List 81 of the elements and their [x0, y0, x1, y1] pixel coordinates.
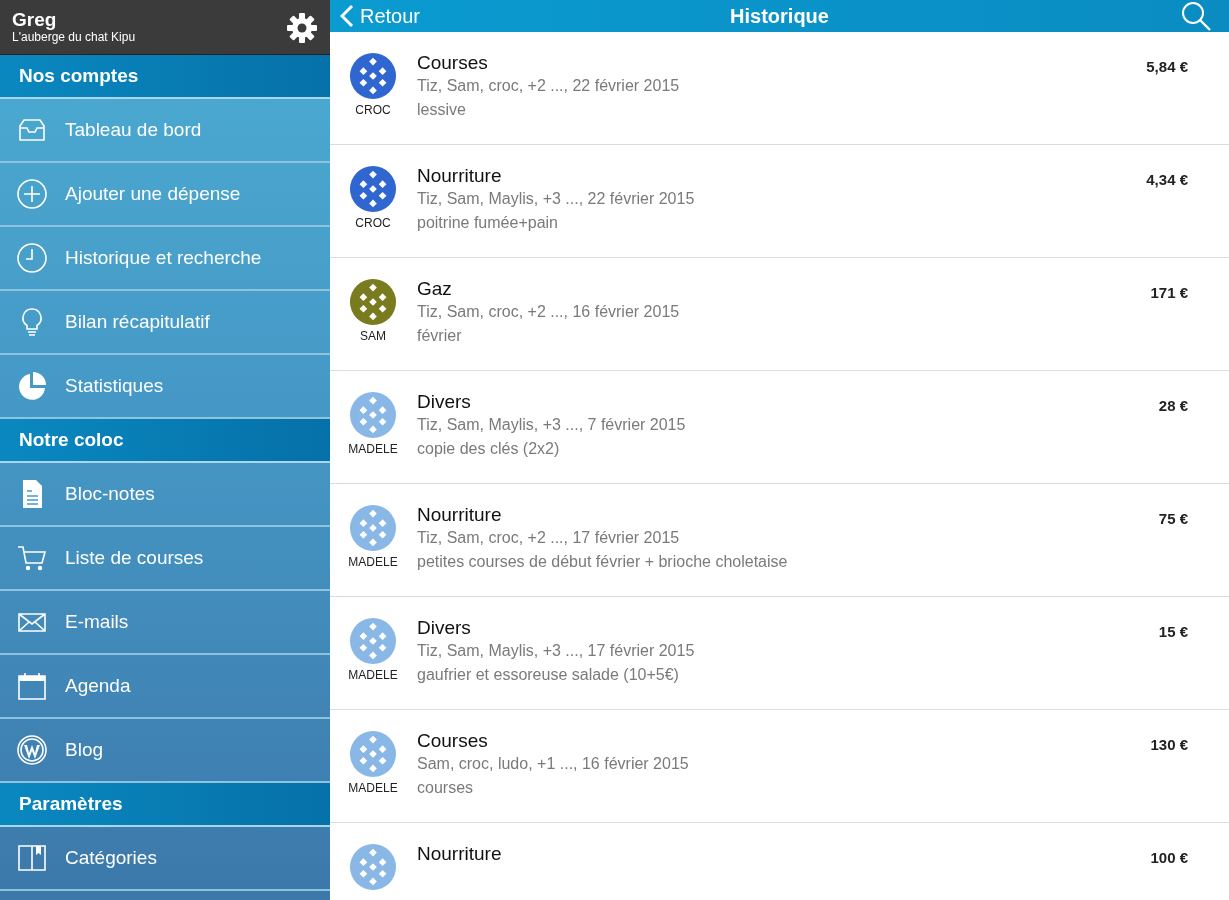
menu-label: Liste de courses	[65, 545, 204, 570]
menu-label: Blog	[65, 737, 104, 762]
menu-label: Catégories	[65, 845, 157, 870]
menu-label: Statistiques	[65, 373, 164, 398]
chevron-left-icon	[340, 4, 354, 28]
expense-category: Divers	[417, 617, 472, 639]
expense-category: Courses	[417, 52, 489, 74]
menu-label: Tableau de bord	[65, 117, 202, 142]
expense-row[interactable]: CROC Nourriture Tiz, Sam, Maylis, +3 ..., 22 février 2015 poitrine fumée+pain 4,34 €	[330, 145, 1229, 258]
menu-label: Bilan récapitulatif	[65, 309, 210, 334]
payer-label: MADELE	[348, 782, 398, 794]
expense-amount: 171 €	[1150, 283, 1188, 303]
book-icon	[16, 842, 48, 874]
payer-label: CROC	[355, 104, 391, 116]
expense-note: février	[417, 325, 463, 346]
expense-amount: 15 €	[1158, 622, 1188, 642]
menu-item[interactable]: Historique et recherche	[0, 227, 330, 291]
section-header: Notre coloc	[0, 419, 330, 463]
expense-amount: 75 €	[1158, 509, 1188, 529]
section-header: Nos comptes	[0, 55, 330, 99]
expense-note: petites courses de début février + brioche choletaise	[417, 551, 788, 572]
settings-icon[interactable]	[286, 12, 318, 44]
expense-row[interactable]: CROC Courses Tiz, Sam, croc, +2 ..., 22 février 2015 lessive 5,84 €	[330, 32, 1229, 145]
search-icon[interactable]	[1180, 0, 1212, 32]
payer-label: MADELE	[348, 669, 398, 681]
expense-participants: Tiz, Sam, Maylis, +3 ..., 17 février 2015	[417, 640, 695, 661]
expense-note: lessive	[417, 99, 467, 120]
expense-amount: 5,84 €	[1146, 57, 1188, 77]
expense-amount: 4,34 €	[1146, 170, 1188, 190]
expense-note: gaufrier et essoreuse salade (10+5€)	[417, 664, 680, 685]
wordpress-icon	[16, 734, 48, 766]
expense-participants: Tiz, Sam, croc, +2 ..., 16 février 2015	[417, 301, 680, 322]
menu-item[interactable]: Catégories	[0, 827, 330, 891]
menu-item[interactable]: Bloc-notes	[0, 463, 330, 527]
calendar-icon	[16, 670, 48, 702]
expense-participants: Tiz, Sam, croc, +2 ..., 17 février 2015	[417, 527, 681, 548]
expense-participants: Sam, croc, ludo, +1 ..., 16 février 2015	[417, 753, 689, 774]
page-title: Historique	[730, 4, 829, 29]
plus-circle-icon	[16, 178, 48, 210]
payer-label: CROC	[355, 217, 391, 229]
expense-amount: 100 €	[1150, 848, 1188, 868]
menu-item[interactable]: Agenda	[0, 655, 330, 719]
menu-item[interactable]: Liste de courses	[0, 527, 330, 591]
account-subtitle: L'auberge du chat Kipu	[12, 29, 136, 45]
menu-item[interactable]: Tableau de bord	[0, 99, 330, 163]
expense-row[interactable]: MADELE Divers Tiz, Sam, Maylis, +3 ..., 7 février 2015 copie des clés (2x2) 28 €	[330, 371, 1229, 484]
expense-category: Gaz	[417, 278, 453, 300]
payer-label: SAM	[360, 330, 386, 342]
expense-row[interactable]: MADELE Nourriture Tiz, Sam, croc, +2 ..., 17 février 2015 petites courses de début février + brioche choletaise 75 €	[330, 484, 1229, 597]
menu-item[interactable]: E-mails	[0, 591, 330, 655]
expense-category: Nourriture	[417, 843, 502, 865]
menu-label: E-mails	[65, 609, 129, 634]
expense-amount: 130 €	[1150, 735, 1188, 755]
expense-category: Nourriture	[417, 504, 503, 526]
expense-note: copie des clés (2x2)	[417, 438, 561, 459]
expense-category: Divers	[417, 391, 472, 413]
menu-label: Bloc-notes	[65, 481, 155, 506]
payer-label: MADELE	[348, 443, 398, 455]
clock-icon	[16, 242, 48, 274]
expense-category: Courses	[417, 730, 489, 752]
menu-item[interactable]: Ajouter une dépense	[0, 163, 330, 227]
user-name: Greg	[12, 10, 58, 30]
expense-participants: Tiz, Sam, Maylis, +3 ..., 22 février 2015	[417, 188, 695, 209]
menu-label: Agenda	[65, 673, 131, 698]
expense-note: courses	[417, 777, 475, 798]
menu-label: Ajouter une dépense	[65, 181, 241, 206]
menu-item[interactable]: Bilan récapitulatif	[0, 291, 330, 355]
payer-label: MADELE	[348, 556, 398, 568]
expense-amount: 28 €	[1158, 396, 1188, 416]
expense-category: Nourriture	[417, 165, 503, 187]
menu-label: Historique et recherche	[65, 245, 262, 270]
expense-row[interactable]: Nourriture 100 €	[330, 823, 1229, 900]
section-header: Paramètres	[0, 783, 330, 827]
expense-row[interactable]: MADELE Courses Sam, croc, ludo, +1 ..., 16 février 2015 courses 130 €	[330, 710, 1229, 823]
expense-participants: Tiz, Sam, croc, +2 ..., 22 février 2015	[417, 75, 680, 96]
expense-participants: Tiz, Sam, Maylis, +3 ..., 7 février 2015	[417, 414, 686, 435]
expense-row[interactable]: MADELE Divers Tiz, Sam, Maylis, +3 ..., 17 février 2015 gaufrier et essoreuse salade (10+5€) 15 €	[330, 597, 1229, 710]
expense-row[interactable]: SAM Gaz Tiz, Sam, croc, +2 ..., 16 février 2015 février 171 €	[330, 258, 1229, 371]
expense-note: poitrine fumée+pain	[417, 212, 559, 233]
pie-chart-icon	[16, 370, 48, 402]
back-button[interactable]: Retour	[330, 1, 421, 31]
